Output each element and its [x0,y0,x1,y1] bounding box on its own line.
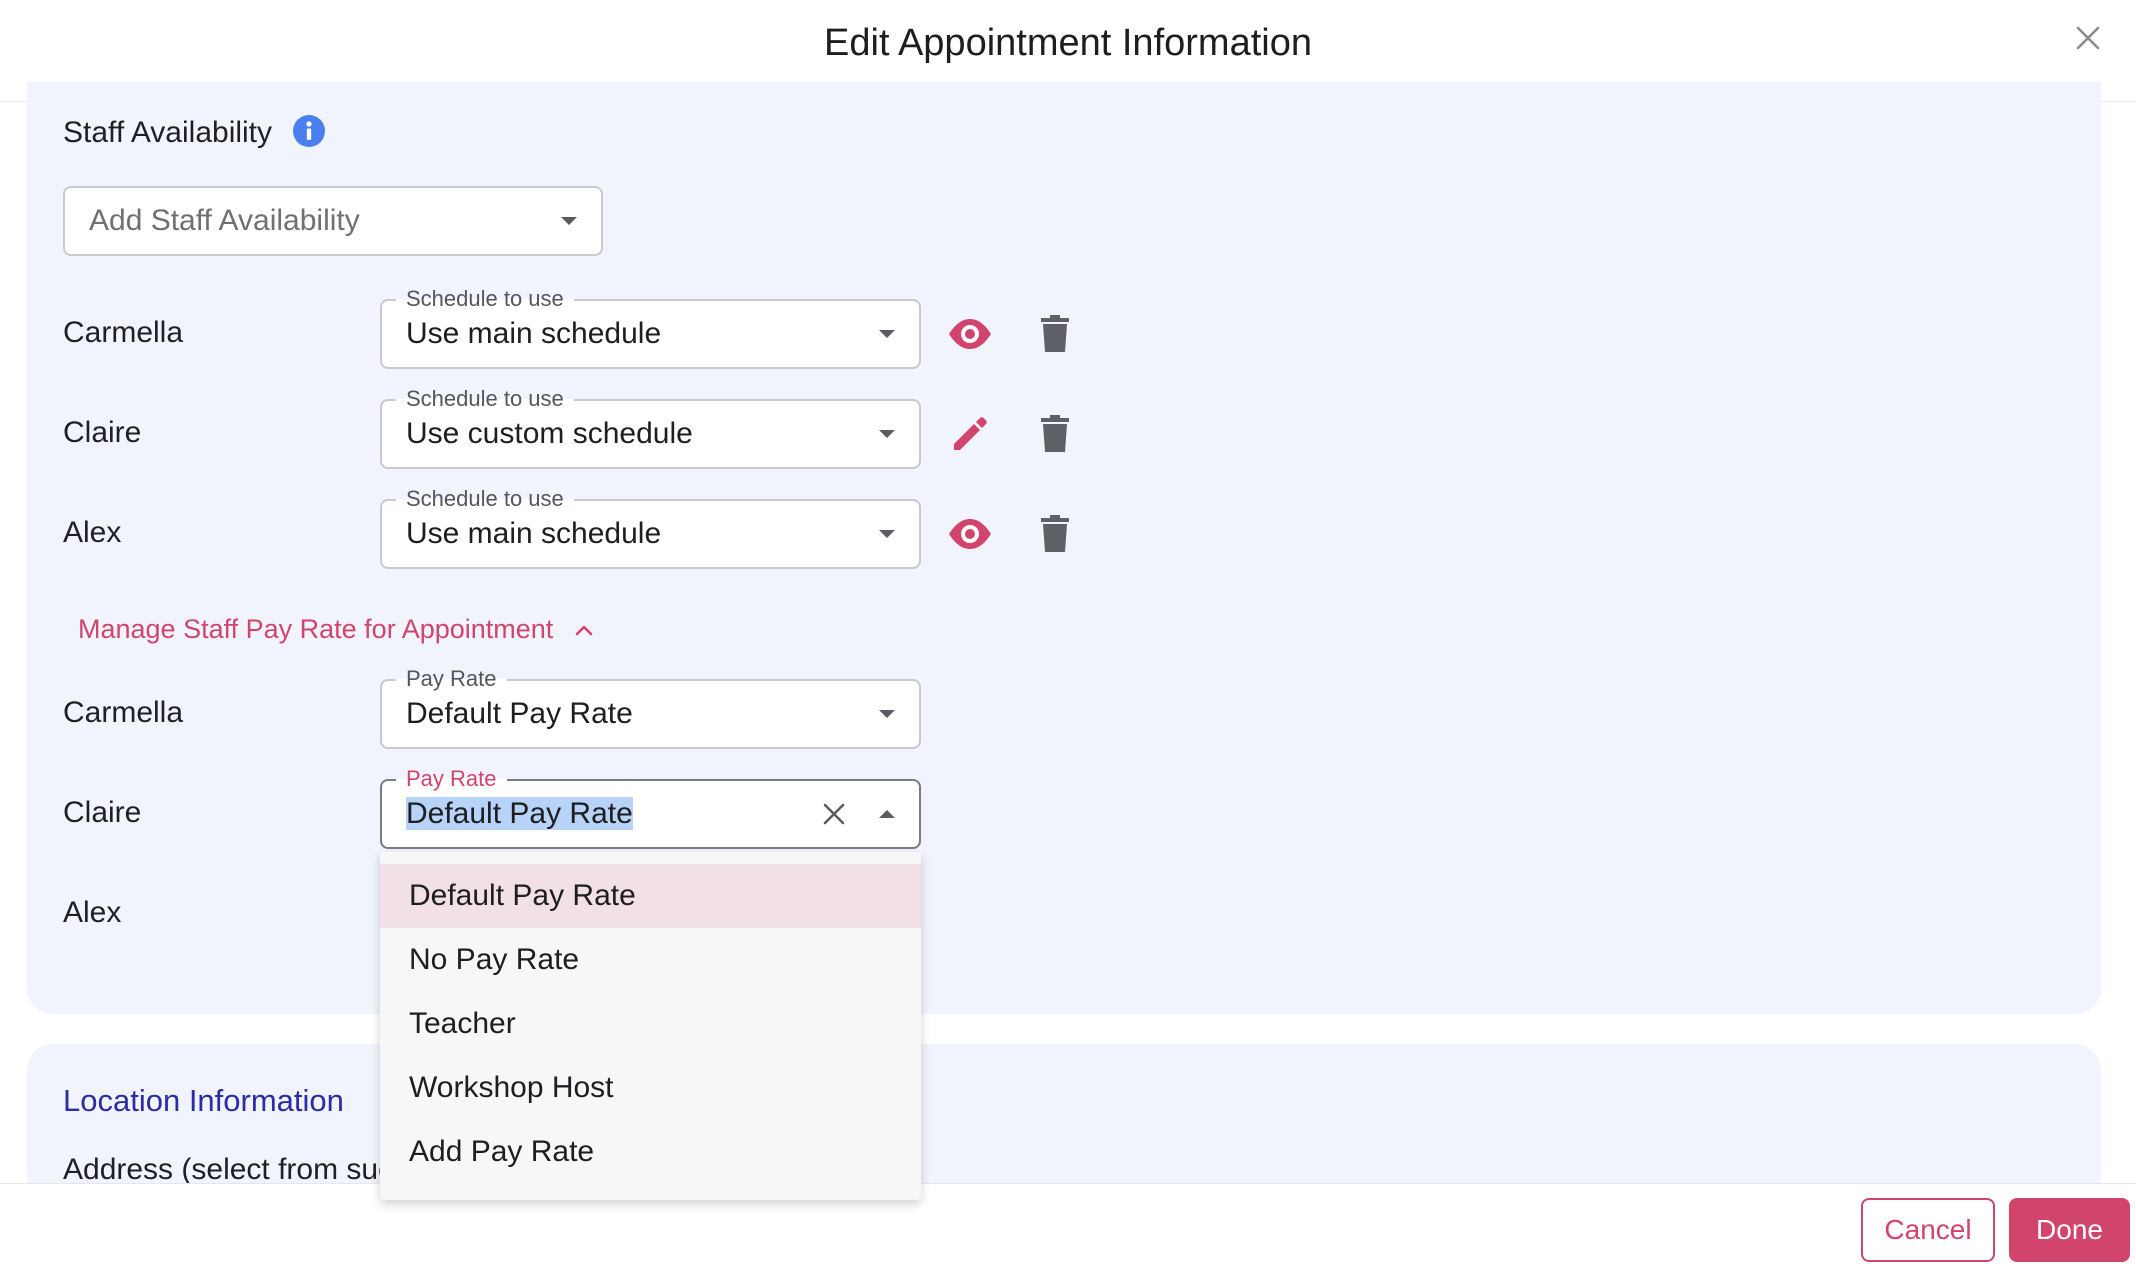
trash-icon [1041,315,1069,352]
staff-name: Alex [63,516,122,549]
staff-name: Carmella [63,696,184,729]
close-icon [2076,26,2100,50]
caret-down-icon [879,530,895,538]
view-schedule-button[interactable] [946,310,994,358]
schedule-field-label: Schedule to use [396,287,574,311]
schedule-value: Use custom schedule [406,417,693,450]
delete-button[interactable] [1031,410,1079,458]
close-button[interactable] [2068,18,2108,58]
pay-rate-field-label: Pay Rate [396,767,507,791]
menu-item-default-pay-rate[interactable]: Default Pay Rate [380,864,921,928]
trash-icon [1041,515,1069,552]
schedule-field-label: Schedule to use [396,487,574,511]
eye-icon [949,519,991,549]
add-staff-availability-select[interactable]: Add Staff Availability [63,186,603,256]
add-staff-availability-placeholder: Add Staff Availability [89,204,360,237]
pay-rate-selected-text: Default Pay Rate [406,797,633,830]
schedule-field-label: Schedule to use [396,387,574,411]
dialog-footer [0,1183,2136,1268]
staff-name: Alex [63,896,122,929]
caret-down-icon [879,330,895,338]
delete-button[interactable] [1031,510,1079,558]
pencil-icon [954,417,987,450]
trash-icon [1041,415,1069,452]
pay-rate-value: Default Pay Rate [406,697,633,730]
schedule-select-alex[interactable]: Schedule to use Use main schedule [380,487,921,569]
address-label: Address (select from suggestions) [63,1153,383,1186]
schedule-select-carmella[interactable]: Schedule to use Use main schedule [380,287,921,369]
delete-button[interactable] [1031,310,1079,358]
clear-icon[interactable] [819,799,849,829]
schedule-value: Use main schedule [406,517,662,550]
chevron-up-icon [575,625,593,635]
pay-rate-input[interactable]: Default Pay Rate [406,797,633,831]
caret-down-icon [879,430,895,438]
dialog-title: Edit Appointment Information [824,22,1312,64]
schedule-select-claire[interactable]: Schedule to use Use custom schedule [380,387,921,469]
menu-item-workshop-host[interactable]: Workshop Host [380,1056,921,1120]
schedule-value: Use main schedule [406,317,662,350]
caret-up-icon [879,810,895,818]
pay-rate-select-claire[interactable]: Pay Rate Default Pay Rate [380,767,921,849]
done-button[interactable]: Done [2009,1198,2130,1262]
staff-name: Claire [63,796,142,829]
staff-name: Claire [63,416,142,449]
manage-pay-rate-label: Manage Staff Pay Rate for Appointment [78,614,554,644]
menu-item-add-pay-rate[interactable]: Add Pay Rate [380,1120,921,1184]
caret-down-icon [879,710,895,718]
location-title: Location Information [63,1083,344,1118]
info-icon[interactable] [292,114,326,148]
pay-rate-field-label: Pay Rate [396,667,507,691]
pay-rate-dropdown-menu: Default Pay Rate No Pay Rate Teacher Wor… [380,852,921,1200]
manage-pay-rate-toggle[interactable]: Manage Staff Pay Rate for Appointment [78,614,595,645]
cancel-button[interactable]: Cancel [1861,1198,1995,1262]
caret-down-icon [561,217,577,225]
pay-rate-select-carmella[interactable]: Pay Rate Default Pay Rate [380,667,921,749]
menu-item-teacher[interactable]: Teacher [380,992,921,1056]
staff-availability-label: Staff Availability [63,116,273,149]
menu-item-no-pay-rate[interactable]: No Pay Rate [380,928,921,992]
edit-schedule-button[interactable] [946,410,994,458]
staff-name: Carmella [63,316,184,349]
eye-icon [949,319,991,349]
view-schedule-button[interactable] [946,510,994,558]
